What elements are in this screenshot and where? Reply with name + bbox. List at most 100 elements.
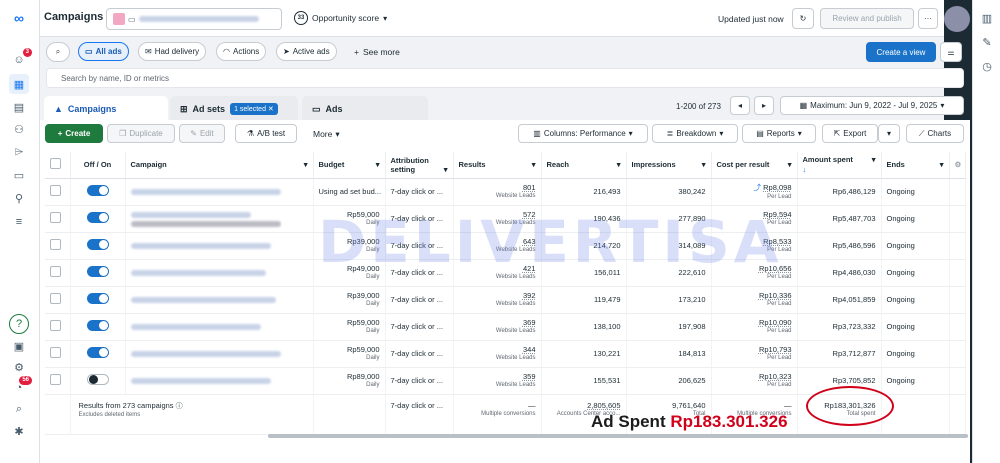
row-checkbox[interactable] — [50, 266, 61, 277]
campaign-name-blurred[interactable] — [130, 378, 271, 385]
settings-icon[interactable]: ⚙ — [9, 357, 29, 377]
create-view-button[interactable]: Create a view — [866, 42, 936, 62]
row-toggle-cell[interactable] — [70, 340, 126, 368]
clock-icon[interactable]: ◷ — [977, 56, 997, 76]
row-toggle-cell[interactable] — [70, 259, 126, 287]
breakdown-dropdown[interactable]: ≣ Breakdown ▾ — [652, 124, 738, 143]
avatar[interactable] — [944, 6, 970, 32]
search-icon[interactable]: ⌕ — [9, 399, 29, 419]
tab-campaigns[interactable]: ▲ Campaigns — [44, 96, 168, 122]
table-row[interactable]: Rp59,000 Daily 7-day click or ... 369 Webs… — [45, 313, 966, 341]
row-select-cell[interactable] — [45, 313, 71, 341]
col-impressions[interactable]: Impressions ▾ — [626, 152, 712, 179]
row-select-cell[interactable] — [45, 178, 71, 206]
budget-cell[interactable]: Rp39,000 Daily — [313, 232, 386, 260]
budget-cell[interactable]: Rp59,000 Daily — [313, 205, 386, 233]
col-cost-per-result[interactable]: Cost per result ▾ — [711, 152, 798, 179]
news-icon[interactable]: ▣ — [9, 336, 29, 356]
horizontal-scrollbar[interactable] — [268, 434, 968, 438]
bug-report-icon[interactable]: ✱ — [9, 421, 29, 441]
row-select-cell[interactable] — [45, 340, 71, 368]
events-icon[interactable]: ⚲ — [9, 188, 29, 208]
campaign-name-cell[interactable] — [125, 367, 314, 395]
export-button[interactable]: ⇱ Export — [822, 124, 878, 143]
campaign-name-cell[interactable] — [125, 205, 314, 233]
opportunity-score[interactable]: 33 Opportunity score ▾ — [294, 11, 387, 25]
search-input[interactable]: Search by name, ID or metrics — [46, 68, 964, 88]
campaign-name-blurred[interactable] — [130, 243, 271, 250]
row-checkbox[interactable] — [50, 374, 61, 385]
meta-logo-icon[interactable]: ∞ — [9, 8, 29, 28]
row-toggle-cell[interactable] — [70, 286, 126, 314]
edit-button[interactable]: ✎ Edit — [179, 124, 225, 143]
row-checkbox[interactable] — [50, 185, 61, 196]
campaign-toggle[interactable] — [86, 293, 109, 304]
row-select-cell[interactable] — [45, 367, 71, 395]
table-row[interactable]: Rp39,000 Daily 7-day click or ... 643 Webs… — [45, 232, 966, 260]
selected-count-badge[interactable]: 1 selected ✕ — [230, 103, 278, 115]
pencil-icon[interactable]: ✎ — [977, 32, 997, 52]
table-row[interactable]: Using ad set bud... 7-day click or ... 8… — [45, 178, 966, 206]
campaigns-table-icon[interactable]: ▦ — [9, 74, 29, 94]
col-budget[interactable]: Budget ▾ — [313, 152, 386, 179]
budget-cell[interactable]: Rp59,000 Daily — [313, 340, 386, 368]
row-select-cell[interactable] — [45, 259, 71, 287]
campaign-name-cell[interactable] — [125, 259, 314, 287]
row-select-cell[interactable] — [45, 286, 71, 314]
review-publish-button[interactable]: Review and publish — [820, 8, 914, 29]
campaign-name-cell[interactable] — [125, 313, 314, 341]
ab-test-button[interactable]: ⚗ A/B test — [235, 124, 297, 143]
reports-dropdown[interactable]: ▤ Reports ▾ — [742, 124, 816, 143]
col-ends[interactable]: Ends ▾ — [881, 152, 950, 179]
select-all-cell[interactable] — [45, 152, 71, 179]
tab-adsets[interactable]: ⊞ Ad sets 1 selected ✕ — [170, 96, 298, 122]
create-button[interactable]: + Create — [45, 124, 103, 143]
campaign-toggle[interactable] — [86, 347, 109, 358]
campaign-name-blurred[interactable] — [130, 270, 266, 277]
filter-active-ads[interactable]: ➤ Active ads — [276, 42, 337, 61]
col-amount-spent[interactable]: Amount spent ▾ ↓ — [797, 152, 882, 179]
campaign-name-blurred[interactable] — [130, 189, 281, 196]
col-attribution[interactable]: Attribution setting ▾ — [385, 152, 454, 179]
refresh-button[interactable]: ↻ — [792, 8, 814, 29]
next-page-button[interactable]: ▸ — [754, 96, 774, 115]
col-results[interactable]: Results ▾ — [453, 152, 542, 179]
reports-icon[interactable]: ▤ — [9, 97, 29, 117]
budget-cell[interactable]: Using ad set bud... — [313, 178, 386, 206]
table-row[interactable]: Rp59,000 Daily 7-day click or ... 572 Webs… — [45, 205, 966, 233]
more-dropdown[interactable]: More ▾ — [313, 129, 340, 140]
budget-cell[interactable]: Rp39,000 Daily — [313, 286, 386, 314]
row-toggle-cell[interactable] — [70, 367, 126, 395]
columns-dropdown[interactable]: ▥ Columns: Performance ▾ — [518, 124, 648, 143]
campaign-toggle[interactable] — [86, 212, 109, 223]
campaign-name-blurred[interactable] — [130, 324, 261, 331]
row-checkbox[interactable] — [50, 212, 61, 223]
notifications-icon[interactable]: ☺ 3 — [9, 48, 32, 70]
campaign-toggle[interactable] — [86, 266, 109, 277]
prev-page-button[interactable]: ◂ — [730, 96, 750, 115]
alerts-icon[interactable]: ◔ 56 — [9, 376, 32, 398]
see-more-button[interactable]: + See more — [354, 47, 400, 57]
campaign-name-blurred[interactable] — [130, 211, 251, 218]
campaign-name-cell[interactable] — [125, 178, 314, 206]
row-checkbox[interactable] — [50, 320, 61, 331]
row-checkbox[interactable] — [50, 293, 61, 304]
table-row[interactable]: Rp39,000 Daily 7-day click or ... 392 Webs… — [45, 286, 966, 314]
view-settings-button[interactable]: ⚌ — [940, 42, 962, 62]
megaphone-icon[interactable]: ⌲ — [9, 142, 29, 162]
bar-chart-icon[interactable]: ▥ — [977, 8, 997, 28]
charts-button[interactable]: ⟋ Charts — [906, 124, 964, 143]
row-toggle-cell[interactable] — [70, 313, 126, 341]
budget-cell[interactable]: Rp59,000 Daily — [313, 313, 386, 341]
col-reach[interactable]: Reach ▾ — [541, 152, 627, 179]
column-settings-cell[interactable]: ⚙ — [949, 152, 966, 179]
row-checkbox[interactable] — [50, 239, 61, 250]
campaign-name-cell[interactable] — [125, 232, 314, 260]
filter-actions[interactable]: ◠ Actions — [216, 42, 267, 61]
row-toggle-cell[interactable] — [70, 232, 126, 260]
billing-icon[interactable]: ▭ — [9, 165, 29, 185]
table-row[interactable]: Rp59,000 Daily 7-day click or ... 344 Webs… — [45, 340, 966, 368]
row-toggle-cell[interactable] — [70, 205, 126, 233]
audiences-icon[interactable]: ⚇ — [9, 119, 29, 139]
row-toggle-cell[interactable] — [70, 178, 126, 206]
